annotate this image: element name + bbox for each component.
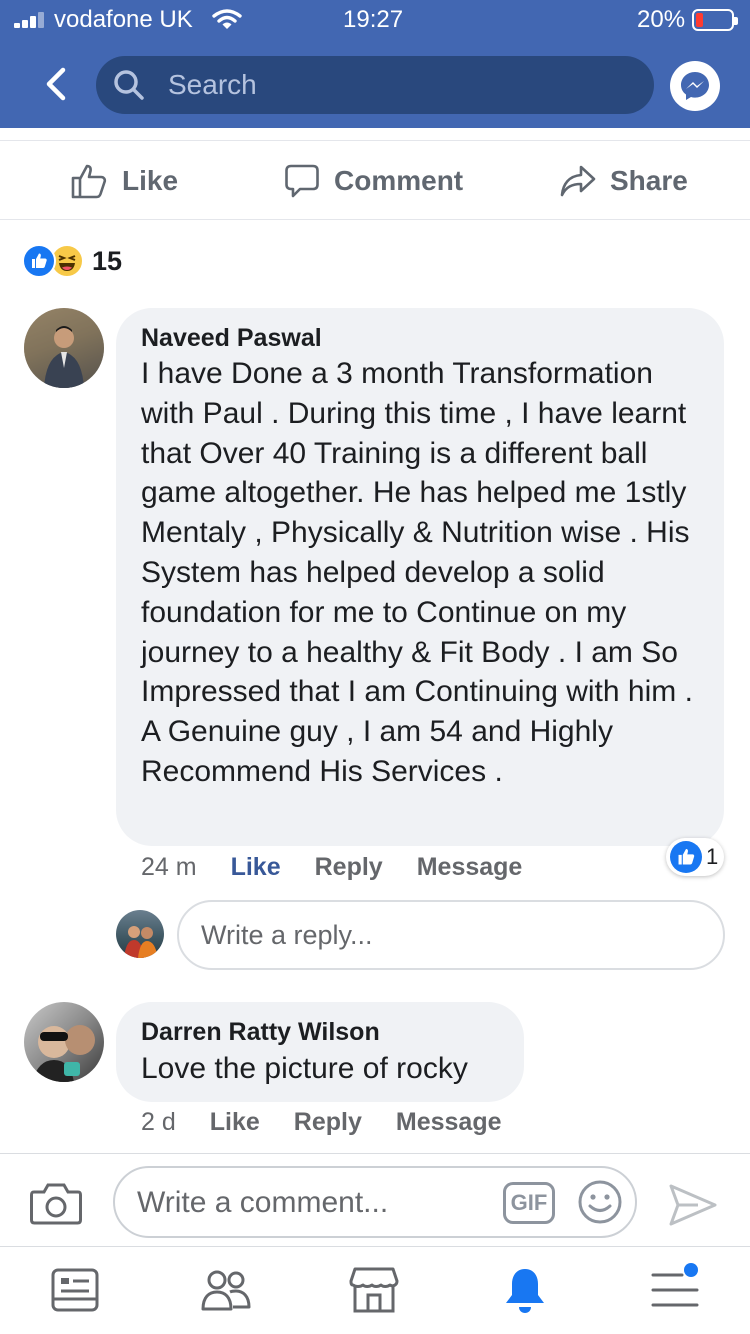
- back-arrow-icon[interactable]: [36, 64, 76, 104]
- like-label: Like: [122, 165, 179, 196]
- reply-box[interactable]: [177, 900, 725, 970]
- like-count-number: 1: [706, 844, 719, 869]
- emoji-icon[interactable]: [577, 1179, 623, 1225]
- messenger-button[interactable]: [670, 61, 720, 111]
- comment-reply-button[interactable]: Reply: [294, 1108, 362, 1137]
- news-feed-icon: [51, 1268, 99, 1312]
- search-input[interactable]: [168, 64, 628, 106]
- signal-strength-icon: [14, 12, 46, 28]
- marketplace-icon: [349, 1267, 399, 1313]
- battery-percent: 20%: [637, 6, 686, 33]
- comment-input[interactable]: [137, 1182, 497, 1224]
- camera-icon[interactable]: [30, 1180, 82, 1226]
- avatar-naveed[interactable]: [24, 308, 104, 388]
- comment-message-button[interactable]: Message: [396, 1108, 502, 1137]
- post-actions: Like Comment Share: [0, 140, 750, 220]
- notifications-icon: [506, 1269, 544, 1313]
- messenger-icon: [681, 72, 709, 100]
- comment-button[interactable]: Comment: [284, 159, 463, 203]
- comment-message-button[interactable]: Message: [417, 853, 523, 882]
- bottom-navigation: [0, 1246, 750, 1334]
- reaction-summary[interactable]: 15: [22, 242, 122, 280]
- comment-like-count[interactable]: 1: [666, 838, 724, 876]
- comment-meta: 24 m Like Reply Message: [141, 851, 522, 883]
- like-reaction-icon: [22, 244, 56, 278]
- comment-bubble: Naveed Paswal I have Done a 3 month Tran…: [116, 308, 724, 846]
- friends-tab[interactable]: [200, 1265, 252, 1317]
- search-bar[interactable]: [96, 56, 654, 114]
- carrier-name: vodafone UK: [54, 6, 193, 33]
- comment-author[interactable]: Naveed Paswal: [141, 324, 698, 353]
- menu-notification-dot: [684, 1263, 698, 1277]
- comment-bubble-icon: [285, 164, 319, 198]
- comment-time: 24 m: [141, 852, 197, 881]
- comment-text: Love the picture of rocky: [141, 1052, 468, 1085]
- top-bar: vodafone UK 19:27 20%: [0, 0, 750, 128]
- friends-icon: [201, 1270, 251, 1311]
- comment-author[interactable]: Darren Ratty Wilson: [141, 1018, 498, 1047]
- comment-reply-button[interactable]: Reply: [315, 853, 383, 882]
- avatar-darren[interactable]: [24, 1002, 104, 1082]
- comment-label: Comment: [334, 165, 464, 196]
- thumbs-up-icon: [71, 164, 107, 199]
- wifi-icon: [212, 9, 242, 29]
- share-label: Share: [610, 165, 688, 196]
- battery-icon: [692, 9, 738, 31]
- share-arrow-icon: [560, 165, 596, 197]
- like-reaction-icon: [670, 841, 702, 873]
- comment-text: I have Done a 3 month Transformation wit…: [141, 357, 693, 788]
- comment-meta: 2 d Like Reply Message: [141, 1106, 502, 1138]
- current-user-avatar: [116, 910, 164, 958]
- send-icon[interactable]: [668, 1182, 718, 1228]
- share-button[interactable]: Share: [560, 159, 688, 203]
- like-button[interactable]: Like: [70, 159, 178, 203]
- marketplace-tab[interactable]: [348, 1265, 400, 1317]
- comment-bubble: Darren Ratty Wilson Love the picture of …: [116, 1002, 524, 1102]
- reply-input[interactable]: [201, 914, 701, 956]
- status-bar: vodafone UK 19:27 20%: [0, 0, 750, 40]
- comment-like-button[interactable]: Like: [231, 853, 281, 882]
- comment-time: 2 d: [141, 1107, 176, 1136]
- notifications-tab[interactable]: [500, 1265, 552, 1317]
- reaction-count: 15: [92, 245, 123, 276]
- news-feed-tab[interactable]: [50, 1265, 102, 1317]
- search-icon: [114, 70, 144, 100]
- clock: 19:27: [343, 6, 404, 33]
- comment-input-box[interactable]: GIF: [113, 1166, 637, 1238]
- comment-composer: GIF: [0, 1153, 750, 1245]
- comment-like-button[interactable]: Like: [210, 1108, 260, 1137]
- gif-button[interactable]: GIF: [503, 1182, 555, 1224]
- gif-label: GIF: [510, 1190, 548, 1215]
- menu-tab[interactable]: [650, 1263, 702, 1317]
